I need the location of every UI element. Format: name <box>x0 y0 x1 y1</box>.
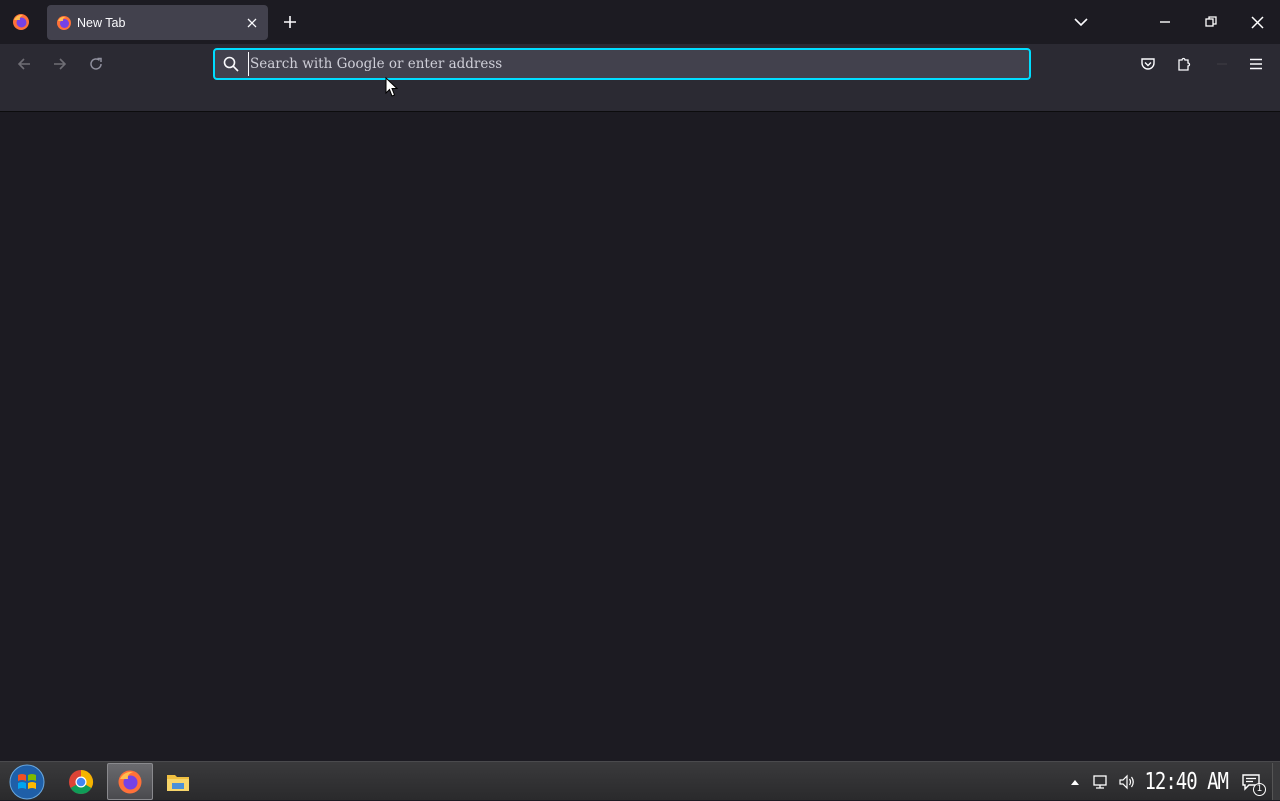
system-tray: 12:40 AM 1 <box>1062 762 1280 801</box>
network-icon[interactable] <box>1090 771 1112 793</box>
tab-strip: New Tab <box>0 0 1280 44</box>
arrow-right-icon <box>54 58 67 70</box>
address-bar[interactable] <box>213 48 1031 80</box>
puzzle-piece-icon <box>1178 57 1191 71</box>
taskbar-firefox[interactable] <box>107 763 153 800</box>
restore-button[interactable] <box>1188 0 1234 44</box>
window-controls <box>1142 0 1280 44</box>
chevron-down-icon <box>1074 18 1088 27</box>
windows-logo-icon <box>9 764 45 799</box>
close-icon <box>1250 15 1264 29</box>
arrow-right-faded-icon <box>1217 63 1227 65</box>
volume-icon[interactable] <box>1116 771 1138 793</box>
extensions-button[interactable] <box>1168 48 1200 80</box>
minimize-icon <box>1160 21 1170 23</box>
tab-new-tab[interactable]: New Tab <box>47 5 268 40</box>
tab-title: New Tab <box>77 15 126 30</box>
toolbar-spacer <box>0 84 1280 112</box>
overflow-button[interactable] <box>1206 48 1238 80</box>
arrow-left-icon <box>17 58 30 70</box>
firefox-icon <box>118 770 142 793</box>
reload-button[interactable] <box>80 48 112 80</box>
search-icon <box>222 55 240 73</box>
close-tab-icon[interactable] <box>241 12 263 34</box>
folder-icon <box>167 774 189 791</box>
minimize-button[interactable] <box>1142 0 1188 44</box>
pocket-button[interactable] <box>1132 48 1164 80</box>
show-desktop-button[interactable] <box>1272 763 1280 800</box>
firefox-logo-icon <box>13 14 29 30</box>
page-content <box>0 113 1280 761</box>
restore-icon <box>1205 16 1217 27</box>
mouse-cursor-icon <box>385 77 399 97</box>
plus-icon <box>284 16 296 28</box>
hamburger-menu-icon <box>1250 58 1262 70</box>
show-hidden-icons-button[interactable] <box>1064 771 1086 793</box>
back-button[interactable] <box>8 48 40 80</box>
pocket-icon <box>1141 58 1155 70</box>
taskbar-chrome[interactable] <box>58 763 104 800</box>
chrome-icon <box>69 769 94 794</box>
forward-button[interactable] <box>44 48 76 80</box>
open-menu-button[interactable] <box>1240 48 1272 80</box>
notification-count-badge: 1 <box>1253 782 1266 796</box>
action-center-button[interactable]: 1 <box>1238 769 1266 796</box>
taskbar: 12:40 AM 1 <box>0 761 1280 800</box>
taskbar-clock[interactable]: 12:40 AM <box>1144 768 1229 794</box>
taskbar-file-explorer[interactable] <box>155 763 201 800</box>
firefox-view-button[interactable] <box>0 0 42 44</box>
chevron-up-icon <box>1071 779 1080 785</box>
close-window-button[interactable] <box>1234 0 1280 44</box>
firefox-favicon-icon <box>56 15 72 31</box>
new-tab-button[interactable] <box>277 8 303 36</box>
reload-icon <box>90 57 102 70</box>
start-button[interactable] <box>6 763 48 800</box>
url-input[interactable] <box>248 52 1029 76</box>
navigation-toolbar <box>0 44 1280 84</box>
list-all-tabs-button[interactable] <box>1066 8 1096 36</box>
